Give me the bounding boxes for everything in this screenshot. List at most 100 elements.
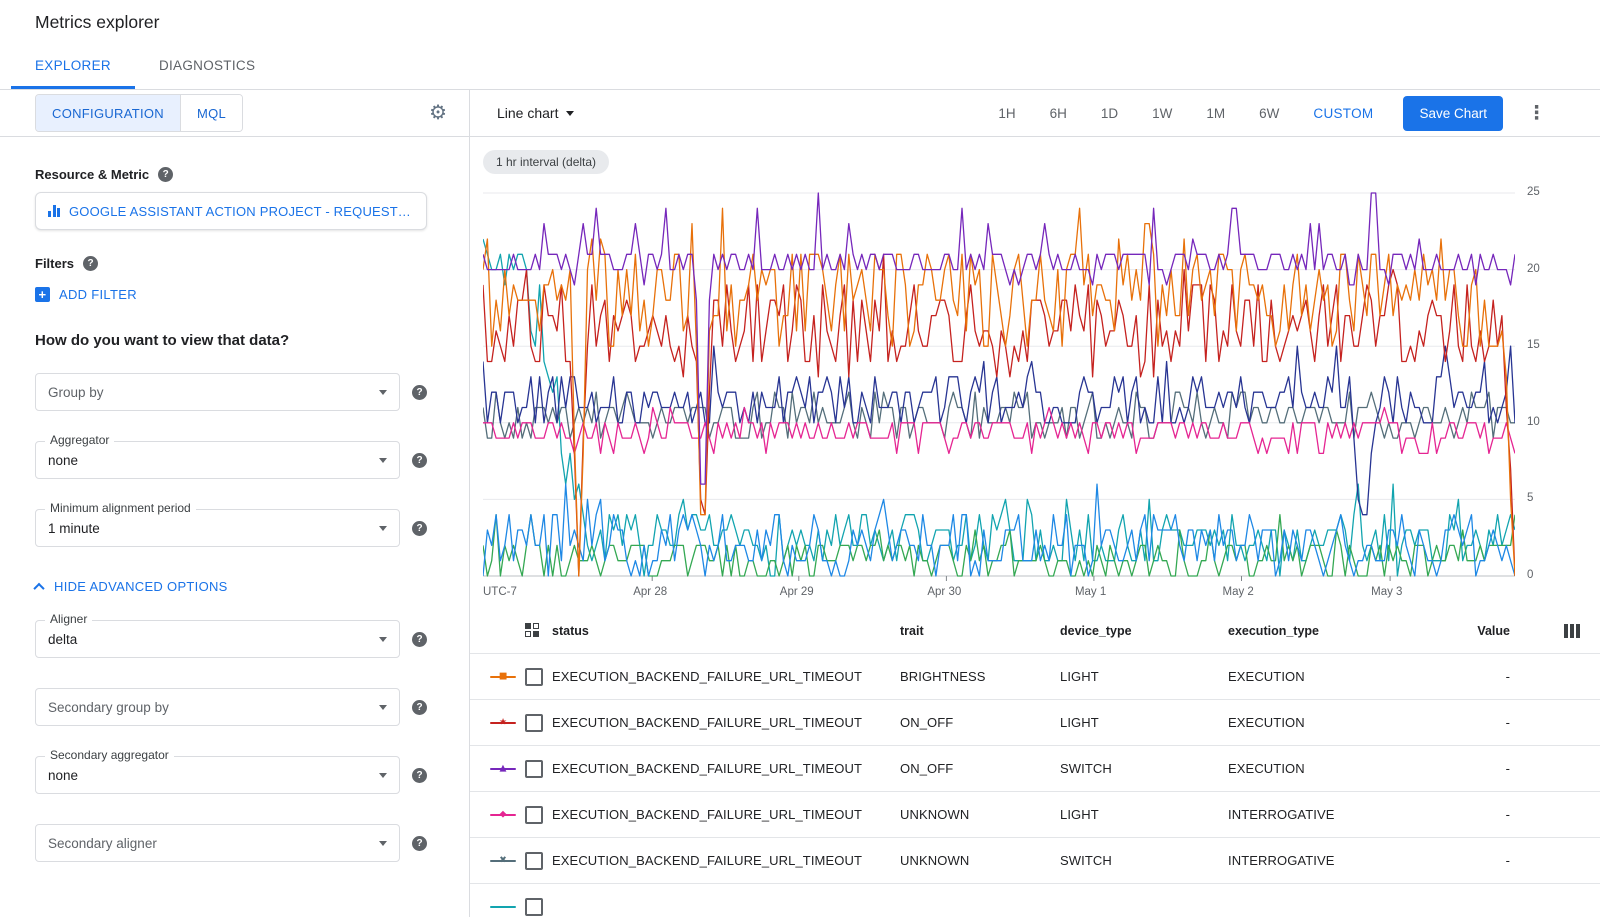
- hide-advanced-options-button[interactable]: HIDE ADVANCED OPTIONS: [35, 579, 228, 594]
- cell-device-type: LIGHT: [1060, 715, 1219, 730]
- aligner-help-icon[interactable]: ?: [412, 632, 427, 647]
- min-alignment-help-icon[interactable]: ?: [412, 521, 427, 536]
- secondary-aggregator-select[interactable]: Secondary aggregator none: [35, 756, 400, 794]
- chart-type-label: Line chart: [497, 105, 558, 121]
- group-by-select[interactable]: Group by: [35, 373, 400, 411]
- table-row[interactable]: [470, 884, 1600, 917]
- row-checkbox[interactable]: [525, 668, 543, 686]
- chart-toolbar: Line chart 1H 6H 1D 1W 1M 6W CUSTOM Save Char…: [470, 90, 1600, 137]
- add-filter-button[interactable]: + ADD FILTER: [35, 287, 137, 302]
- utc-label: UTC-7: [483, 586, 517, 598]
- chart-svg: [483, 185, 1515, 583]
- tab-diagnostics[interactable]: DIAGNOSTICS: [135, 44, 279, 89]
- series-marker-icon: ■: [490, 676, 516, 678]
- time-ranges: 1H 6H 1D 1W 1M 6W: [998, 106, 1279, 121]
- range-button-1w[interactable]: 1W: [1152, 106, 1172, 121]
- table-row[interactable]: ✖ EXECUTION_BACKEND_FAILURE_URL_TIMEOUT …: [470, 838, 1600, 884]
- interval-chip[interactable]: 1 hr interval (delta): [483, 150, 609, 174]
- table-row[interactable]: ▲ EXECUTION_BACKEND_FAILURE_URL_TIMEOUT …: [470, 746, 1600, 792]
- min-alignment-label: Minimum alignment period: [45, 501, 196, 515]
- configuration-tab[interactable]: CONFIGURATION: [36, 95, 181, 131]
- aggregator-select[interactable]: Aggregator none: [35, 441, 400, 479]
- column-display-icon[interactable]: [1564, 624, 1580, 638]
- group-by-help-icon[interactable]: ?: [412, 385, 427, 400]
- y-tick-label: 0: [1527, 569, 1533, 581]
- bar-chart-icon: [48, 205, 60, 217]
- aligner-select[interactable]: Aligner delta: [35, 620, 400, 658]
- chevron-down-icon: [379, 705, 387, 710]
- view-data-question: How do you want to view that data?: [35, 332, 427, 349]
- chevron-down-icon: [379, 773, 387, 778]
- row-checkbox[interactable]: [525, 760, 543, 778]
- add-box-icon: +: [35, 287, 50, 302]
- filters-help-icon[interactable]: ?: [83, 256, 98, 271]
- config-form: Resource & Metric ? GOOGLE ASSISTANT ACT…: [0, 137, 469, 862]
- custom-range-button[interactable]: CUSTOM: [1313, 106, 1373, 121]
- cell-execution-type: EXECUTION: [1228, 761, 1428, 776]
- secondary-aligner-help-icon[interactable]: ?: [412, 836, 427, 851]
- metric-selector-button[interactable]: GOOGLE ASSISTANT ACTION PROJECT - REQUES…: [35, 192, 427, 230]
- secondary-aggregator-value: none: [48, 768, 78, 783]
- metric-selector-label: GOOGLE ASSISTANT ACTION PROJECT - REQUES…: [69, 204, 414, 219]
- chart-type-dropdown[interactable]: Line chart: [497, 105, 574, 121]
- aggregator-label: Aggregator: [45, 433, 114, 447]
- chevron-down-icon: [379, 526, 387, 531]
- series-marker-icon: ▲: [490, 768, 516, 770]
- cell-status: EXECUTION_BACKEND_FAILURE_URL_TIMEOUT: [552, 669, 891, 684]
- chart-panel: Line chart 1H 6H 1D 1W 1M 6W CUSTOM Save Char…: [470, 90, 1600, 917]
- page-title: Metrics explorer: [35, 12, 159, 33]
- aggregator-help-icon[interactable]: ?: [412, 453, 427, 468]
- cell-trait: ON_OFF: [900, 761, 1051, 776]
- table-row[interactable]: ■ EXECUTION_BACKEND_FAILURE_URL_TIMEOUT …: [470, 654, 1600, 700]
- y-tick-label: 25: [1527, 186, 1540, 198]
- chevron-down-icon: [379, 637, 387, 642]
- cell-value: -: [1437, 807, 1510, 822]
- top-tabs: EXPLORER DIAGNOSTICS: [0, 44, 1600, 90]
- cell-status: EXECUTION_BACKEND_FAILURE_URL_TIMEOUT: [552, 715, 891, 730]
- min-alignment-select[interactable]: Minimum alignment period 1 minute: [35, 509, 400, 547]
- chevron-down-icon: [566, 111, 574, 116]
- row-checkbox[interactable]: [525, 852, 543, 870]
- secondary-group-by-select[interactable]: Secondary group by: [35, 688, 400, 726]
- table-row[interactable]: ◆ EXECUTION_BACKEND_FAILURE_URL_TIMEOUT …: [470, 792, 1600, 838]
- range-button-1d[interactable]: 1D: [1101, 106, 1118, 121]
- chevron-up-icon: [33, 582, 44, 593]
- save-chart-button[interactable]: Save Chart: [1403, 96, 1503, 131]
- overflow-menu-icon[interactable]: ⋮: [1523, 102, 1550, 125]
- tab-explorer[interactable]: EXPLORER: [11, 44, 135, 89]
- page-header: Metrics explorer: [0, 0, 1600, 44]
- cell-value: -: [1437, 761, 1510, 776]
- column-header-status: status: [552, 624, 891, 638]
- row-checkbox[interactable]: [525, 806, 543, 824]
- group-by-placeholder: Group by: [48, 385, 104, 400]
- cell-trait: UNKNOWN: [900, 807, 1051, 822]
- x-tick-label: Apr 29: [780, 586, 814, 598]
- y-tick-label: 5: [1527, 492, 1533, 504]
- chevron-down-icon: [379, 458, 387, 463]
- range-button-1m[interactable]: 1M: [1206, 106, 1225, 121]
- range-button-1h[interactable]: 1H: [998, 106, 1015, 121]
- table-row[interactable]: ★ EXECUTION_BACKEND_FAILURE_URL_TIMEOUT …: [470, 700, 1600, 746]
- column-header-trait: trait: [900, 624, 1051, 638]
- resource-metric-help-icon[interactable]: ?: [158, 167, 173, 182]
- row-checkbox[interactable]: [525, 714, 543, 732]
- column-header-device-type: device_type: [1060, 624, 1219, 638]
- secondary-aligner-select[interactable]: Secondary aligner: [35, 824, 400, 862]
- column-header-value: Value: [1437, 624, 1510, 638]
- legend-toggle-icon[interactable]: [525, 623, 540, 638]
- settings-gear-icon[interactable]: ⚙: [429, 103, 447, 123]
- row-checkbox[interactable]: [525, 898, 543, 916]
- mql-tab[interactable]: MQL: [181, 95, 242, 131]
- secondary-aggregator-help-icon[interactable]: ?: [412, 768, 427, 783]
- cell-device-type: SWITCH: [1060, 761, 1219, 776]
- cell-execution-type: EXECUTION: [1228, 669, 1428, 684]
- range-button-6h[interactable]: 6H: [1050, 106, 1067, 121]
- filters-label: Filters: [35, 256, 74, 271]
- cell-value: -: [1437, 715, 1510, 730]
- range-button-6w[interactable]: 6W: [1259, 106, 1279, 121]
- aligner-value: delta: [48, 632, 77, 647]
- series-marker-icon: ✖: [490, 860, 516, 862]
- cell-status: EXECUTION_BACKEND_FAILURE_URL_TIMEOUT: [552, 853, 891, 868]
- secondary-group-by-help-icon[interactable]: ?: [412, 700, 427, 715]
- legend-table: status trait device_type execution_type …: [470, 608, 1600, 917]
